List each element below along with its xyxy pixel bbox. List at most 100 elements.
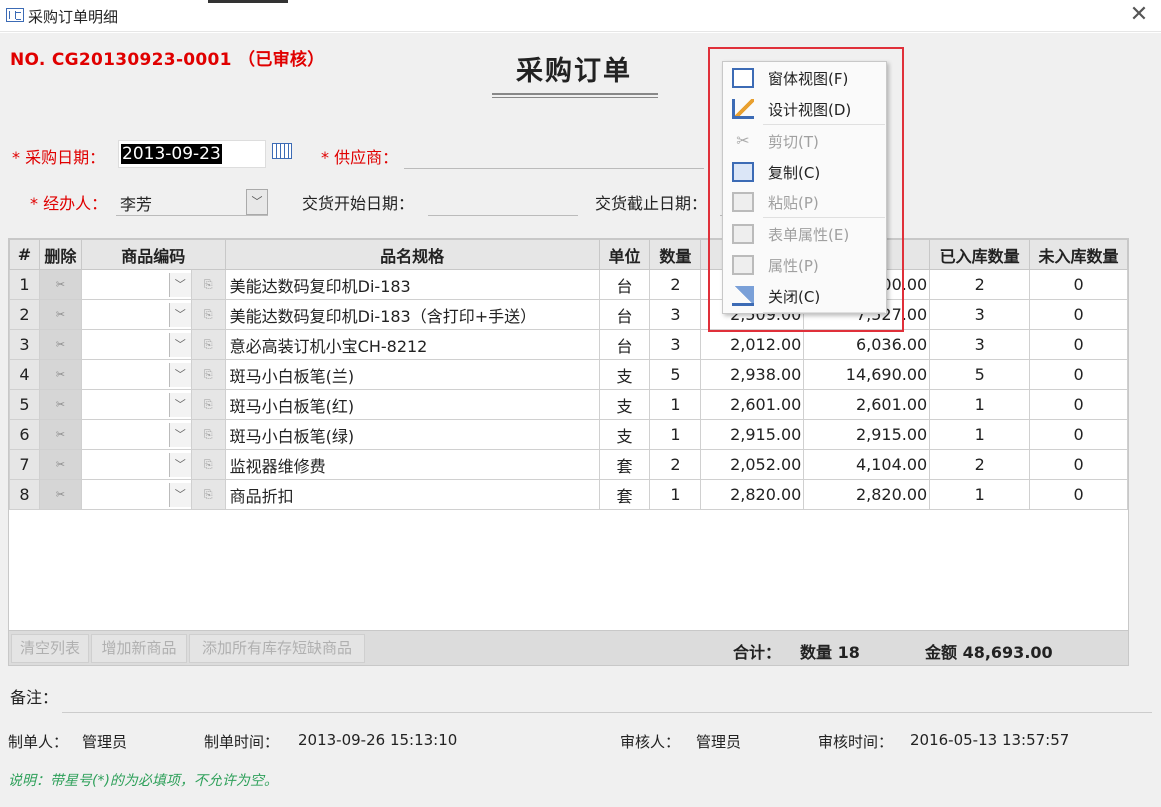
table-row[interactable]: 5 ✂ ﹀ ⎘ 斑马小白板笔(红) 支 1 2,601.00 2,601.00 1 0 xyxy=(9,389,1128,420)
chevron-down-icon[interactable]: ﹀ xyxy=(246,189,268,215)
quantity-cell[interactable]: 2 xyxy=(649,449,702,480)
delete-row-icon[interactable]: ✂ xyxy=(38,299,82,330)
product-code-combobox[interactable]: ﹀ xyxy=(80,389,192,420)
unit-price-cell: 2,915.00 xyxy=(700,419,805,450)
col-header-index: # xyxy=(9,239,40,270)
col-header-name: 品名规格 xyxy=(224,239,600,270)
quantity-cell[interactable]: 3 xyxy=(649,329,702,360)
delete-row-icon[interactable]: ✂ xyxy=(38,269,82,300)
col-header-pending: 未入库数量 xyxy=(1029,239,1128,270)
delete-row-icon[interactable]: ✂ xyxy=(38,419,82,450)
product-code-field[interactable]: ﹀ xyxy=(82,421,191,449)
quantity-cell[interactable]: 5 xyxy=(649,359,702,390)
product-picker-icon[interactable]: ⎘ xyxy=(190,359,226,390)
product-name-cell: 斑马小白板笔(红) xyxy=(224,389,600,420)
highlight-box xyxy=(708,47,904,332)
delete-row-icon[interactable]: ✂ xyxy=(38,359,82,390)
handler-combobox[interactable]: 李芳 ﹀ xyxy=(116,187,268,216)
product-picker-icon[interactable]: ⎘ xyxy=(190,299,226,330)
chevron-down-icon[interactable]: ﹀ xyxy=(168,482,191,507)
product-picker-icon[interactable]: ⎘ xyxy=(190,449,226,480)
delete-row-icon[interactable]: ✂ xyxy=(38,449,82,480)
table-row[interactable]: 8 ✂ ﹀ ⎘ 商品折扣套 1 2,820.00 2,820.00 1 0 xyxy=(9,479,1128,510)
pending-qty-cell: 0 xyxy=(1029,299,1128,330)
table-row[interactable]: 7 ✂ ﹀ ⎘ 监视器维修费套 2 2,052.00 4,104.00 2 0 xyxy=(9,449,1128,480)
audit-time-label: 审核时间： xyxy=(818,733,894,751)
calendar-icon[interactable] xyxy=(272,143,292,159)
product-name-cell: 美能达数码复印机Di-183 xyxy=(224,269,600,300)
product-picker-icon[interactable]: ⎘ xyxy=(190,479,226,510)
required-note: 说明：带星号(*)的为必填项，不允许为空。 xyxy=(8,773,278,789)
product-code-combobox[interactable]: ﹀ xyxy=(80,359,192,390)
supplier-input[interactable] xyxy=(404,168,704,169)
delivery-end-label: 交货截止日期： xyxy=(595,194,708,213)
product-code-field[interactable]: ﹀ xyxy=(82,271,191,299)
chevron-down-icon[interactable]: ﹀ xyxy=(168,302,191,327)
quantity-cell[interactable]: 3 xyxy=(649,299,702,330)
product-code-combobox[interactable]: ﹀ xyxy=(80,299,192,330)
product-code-field[interactable]: ﹀ xyxy=(82,391,191,419)
col-header-qty: 数量 xyxy=(649,239,702,270)
grid-body: 1 ✂ ﹀ ⎘ 美能达数码复印机Di-183 台 2 00.00 2 0 2 ✂ ﹀ ⎘ 美能达数码复印机D… xyxy=(9,269,1128,510)
quantity-cell[interactable]: 2 xyxy=(649,269,702,300)
product-code-field[interactable]: ﹀ xyxy=(82,481,191,509)
delivery-start-input[interactable] xyxy=(428,215,578,216)
amount-cell: 4,104.00 xyxy=(803,449,931,480)
delete-row-icon[interactable]: ✂ xyxy=(38,329,82,360)
created-time-value: 2013-09-26 15:13:10 xyxy=(298,731,458,749)
unit-cell: 台 xyxy=(598,329,651,360)
unit-price-cell: 2,601.00 xyxy=(700,389,805,420)
add-shortage-button[interactable]: 添加所有库存短缺商品 xyxy=(189,634,365,663)
chevron-down-icon[interactable]: ﹀ xyxy=(168,392,191,417)
purchase-order-form: NO. CG20130923-0001 （已审核） 采购订单 * 采购日期： 2… xyxy=(0,33,1161,807)
table-row[interactable]: 6 ✂ ﹀ ⎘ 斑马小白板笔(绿) 支 1 2,915.00 2,915.00 1 0 xyxy=(9,419,1128,450)
purchase-date-value: 2013-09-23 xyxy=(121,144,222,164)
handler-value: 李芳 xyxy=(120,195,153,214)
close-icon[interactable]: ✕ xyxy=(1128,3,1150,27)
product-name-cell: 斑马小白板笔(绿) xyxy=(224,419,600,450)
product-picker-icon[interactable]: ⎘ xyxy=(190,389,226,420)
unit-price-cell: 2,820.00 xyxy=(700,479,805,510)
delete-row-icon[interactable]: ✂ xyxy=(38,389,82,420)
order-items-table: # 删除 商品编码 品名规格 单位 数量 已入库数量 未入库数量 1 ✂ ﹀ ⎘ 美能达… xyxy=(9,239,1128,510)
unit-cell: 套 xyxy=(598,479,651,510)
product-code-field[interactable]: ﹀ xyxy=(82,301,191,329)
add-product-button[interactable]: 增加新商品 xyxy=(91,634,187,663)
unit-cell: 支 xyxy=(598,359,651,390)
unit-cell: 支 xyxy=(598,389,651,420)
chevron-down-icon[interactable]: ﹀ xyxy=(168,332,191,357)
table-row[interactable]: 1 ✂ ﹀ ⎘ 美能达数码复印机Di-183 台 2 00.00 2 0 xyxy=(9,269,1128,300)
quantity-cell[interactable]: 1 xyxy=(649,389,702,420)
delete-row-icon[interactable]: ✂ xyxy=(38,479,82,510)
table-row[interactable]: 3 ✂ ﹀ ⎘ 意必高装订机小宝CH-8212 台 3 2,012.00 6,036.00 3 0 xyxy=(9,329,1128,360)
table-row[interactable]: 4 ✂ ﹀ ⎘ 斑马小白板笔(兰) 支 5 2,938.00 14,690.00 5 0 xyxy=(9,359,1128,390)
title-underline-2 xyxy=(492,97,658,98)
chevron-down-icon[interactable]: ﹀ xyxy=(168,272,191,297)
chevron-down-icon[interactable]: ﹀ xyxy=(168,452,191,477)
product-picker-icon[interactable]: ⎘ xyxy=(190,329,226,360)
product-code-combobox[interactable]: ﹀ xyxy=(80,329,192,360)
total-amount: 金额 48,693.00 xyxy=(925,643,1053,662)
quantity-cell[interactable]: 1 xyxy=(649,419,702,450)
product-code-combobox[interactable]: ﹀ xyxy=(80,479,192,510)
purchase-date-input[interactable]: 2013-09-23 xyxy=(118,140,266,168)
product-code-combobox[interactable]: ﹀ xyxy=(80,269,192,300)
chevron-down-icon[interactable]: ﹀ xyxy=(168,422,191,447)
clear-list-button[interactable]: 清空列表 xyxy=(11,634,89,663)
amount-cell: 14,690.00 xyxy=(803,359,931,390)
chevron-down-icon[interactable]: ﹀ xyxy=(168,362,191,387)
title-underline xyxy=(492,93,658,95)
product-code-field[interactable]: ﹀ xyxy=(82,331,191,359)
product-code-field[interactable]: ﹀ xyxy=(82,451,191,479)
unit-cell: 支 xyxy=(598,419,651,450)
product-code-combobox[interactable]: ﹀ xyxy=(80,419,192,450)
product-code-field[interactable]: ﹀ xyxy=(82,361,191,389)
product-code-combobox[interactable]: ﹀ xyxy=(80,449,192,480)
row-number: 5 xyxy=(9,389,40,420)
quantity-cell[interactable]: 1 xyxy=(649,479,702,510)
created-time-label: 制单时间： xyxy=(204,733,280,751)
product-picker-icon[interactable]: ⎘ xyxy=(190,419,226,450)
remark-input[interactable] xyxy=(62,712,1152,713)
table-row[interactable]: 2 ✂ ﹀ ⎘ 美能达数码复印机Di-183（含打印+手送）台 3 2,509.00 7,52… xyxy=(9,299,1128,330)
product-picker-icon[interactable]: ⎘ xyxy=(190,269,226,300)
